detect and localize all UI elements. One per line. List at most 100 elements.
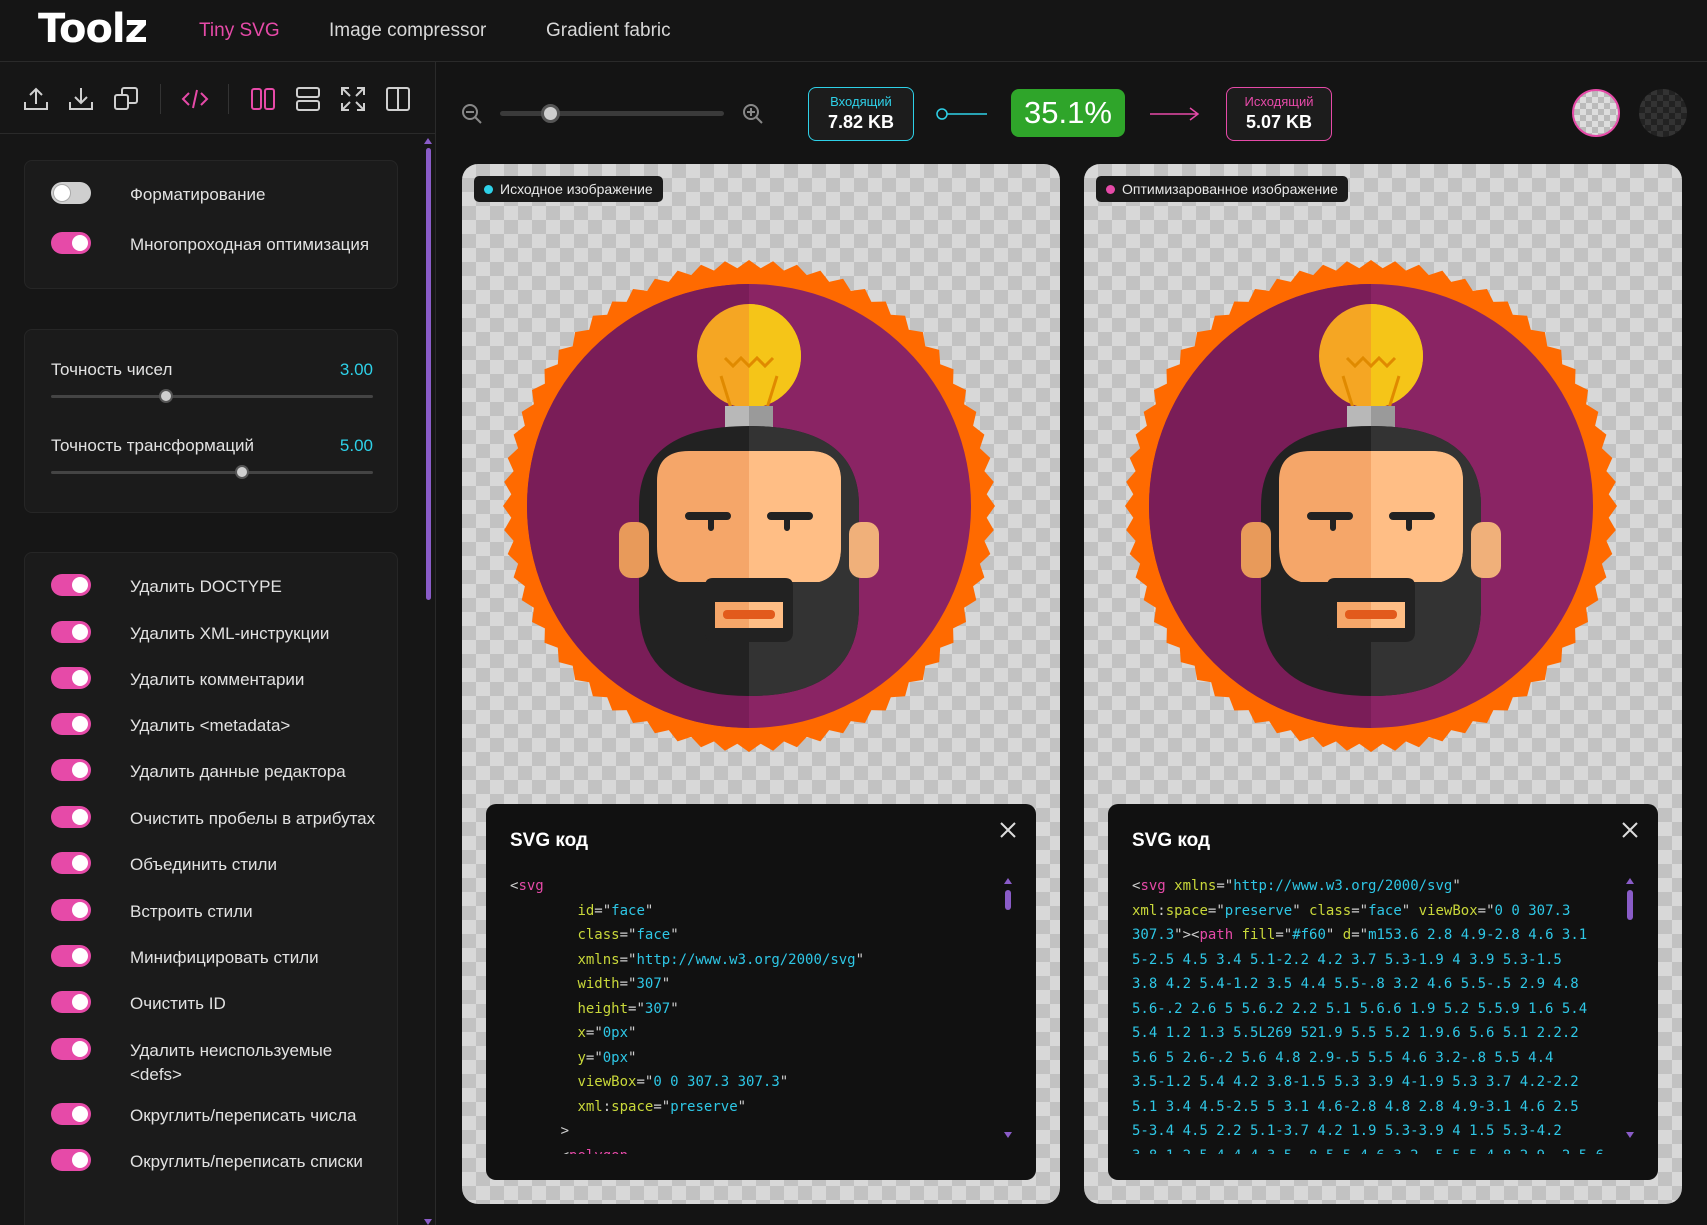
sidebar-scrollbar[interactable] — [424, 138, 432, 1225]
toggle-label: Удалить XML-инструкции — [130, 624, 330, 643]
face-illustration-optimized — [1125, 260, 1617, 752]
toggle-switch[interactable] — [51, 232, 91, 254]
zoom-in-icon[interactable] — [742, 103, 764, 125]
transform-precision-label: Точность трансформаций — [51, 436, 255, 455]
code-line: height="307" — [577, 1000, 679, 1017]
toggle-label: Удалить данные редактора — [130, 762, 346, 781]
toolbar-divider — [228, 84, 229, 114]
toggle-switch[interactable] — [51, 182, 91, 204]
transform-precision-slider[interactable] — [51, 465, 373, 479]
toggle-switch[interactable] — [51, 1149, 91, 1171]
upload-icon[interactable] — [21, 84, 51, 114]
toggle-label: Многопроходная оптимизация — [130, 235, 370, 254]
toggle-label: Удалить DOCTYPE — [130, 577, 282, 596]
slider-knob[interactable] — [235, 465, 249, 479]
plugins-card: Удалить DOCTYPE Удалить XML-инструкции Уда… — [24, 552, 398, 1225]
outgoing-size-box: Исходящий 5.07 KB — [1226, 87, 1332, 141]
precision-card: Точность чисел 3.00 Точность трансформац… — [24, 329, 398, 513]
zoom-slider[interactable] — [500, 104, 724, 123]
optimized-image-title: Оптимизарованное изображение — [1122, 181, 1338, 197]
toggle-switch[interactable] — [51, 1103, 91, 1125]
code-line: x="0px" — [577, 1025, 637, 1041]
toggle-label: Объединить стили — [130, 855, 277, 874]
rows-icon[interactable] — [293, 84, 323, 114]
code-line: > — [510, 1123, 570, 1139]
code-title: SVG код — [1132, 830, 1211, 851]
code-line: 5.6-.2 2.6 5 5.6.2 2.2 5.1 5.6.6 1.9 5.2… — [1132, 1000, 1588, 1017]
scroll-up-icon[interactable] — [1004, 878, 1012, 884]
zoom-knob[interactable] — [541, 104, 560, 123]
toggle-switch[interactable] — [51, 899, 91, 921]
light-background-toggle[interactable] — [1572, 89, 1620, 137]
code-scrollbar[interactable] — [1626, 878, 1634, 1138]
scroll-down-icon[interactable] — [1004, 1132, 1012, 1138]
outgoing-size: 5.07 KB — [1245, 112, 1313, 132]
nav-tiny-svg[interactable]: Tiny SVG — [199, 20, 280, 42]
code-scroll-thumb[interactable] — [1005, 890, 1011, 910]
code-line: 5.4 1.2 1.3 5.5L269 521.9 5.5 5.2 1.9.6 … — [1132, 1025, 1579, 1041]
split-icon[interactable] — [383, 84, 413, 114]
main-workspace: Входящий 7.82 KB 35.1% Исходящий 5.07 KB… — [437, 62, 1707, 1225]
code-title: SVG код — [510, 830, 589, 851]
optimized-code-box: SVG код <svg xmlns="http://www.w3.org/20… — [1108, 804, 1658, 1180]
toolbar-divider — [160, 84, 161, 114]
status-dot — [1106, 185, 1115, 194]
status-dot — [484, 185, 493, 194]
toggle-label: Встроить стили — [130, 902, 253, 921]
general-options-card: Форматирование Многопроходная оптимизаци… — [24, 160, 398, 289]
code-line: <svg — [510, 878, 544, 894]
optimized-image-panel: Оптимизарованное изображение SVG код <sv… — [1084, 164, 1682, 1204]
toggle-switch[interactable] — [51, 713, 91, 735]
code-line: width="307" — [577, 976, 671, 992]
number-precision-slider[interactable] — [51, 389, 373, 403]
toggle-label: Удалить <metadata> — [130, 716, 291, 735]
close-icon[interactable] — [1618, 818, 1642, 842]
sidebar-scroll-thumb[interactable] — [426, 148, 431, 600]
nav-gradient-fabric[interactable]: Gradient fabric — [546, 20, 671, 42]
code-line: 3.8 1.2 5.4 4.4 3.5 .8 5.5 4.6 3.2 .5 5.… — [1132, 1144, 1612, 1155]
toggle-switch[interactable] — [51, 1038, 91, 1060]
toggle-switch[interactable] — [51, 991, 91, 1013]
code-line: 3.5-1.2 5.4 4.2 3.8-1.5 5.3 3.9 4-1.9 5.… — [1132, 1074, 1579, 1090]
toggle-switch[interactable] — [51, 667, 91, 689]
toolz-logo[interactable]: Toolz — [38, 6, 148, 52]
number-precision-label: Точность чисел — [51, 360, 173, 379]
slider-knob[interactable] — [159, 389, 173, 403]
number-precision-value: 3.00 — [339, 360, 373, 379]
transform-precision-value: 5.00 — [339, 436, 373, 455]
toggle-switch[interactable] — [51, 621, 91, 643]
toggle-label: Округлить/переписать списки — [130, 1152, 363, 1171]
code-line: <polygon — [510, 1144, 990, 1155]
toggle-switch[interactable] — [51, 806, 91, 828]
toggle-switch[interactable] — [51, 852, 91, 874]
toggle-label: Округлить/переписать числа — [130, 1106, 357, 1125]
code-icon[interactable] — [180, 84, 210, 114]
columns-icon[interactable] — [248, 84, 278, 114]
original-code-box: SVG код <svg id="face" class="face" xmln… — [486, 804, 1036, 1180]
original-image-label: Исходное изображение — [474, 176, 663, 202]
optimized-svg-code[interactable]: <svg xmlns="http://www.w3.org/2000/svg" x… — [1132, 874, 1612, 1154]
close-icon[interactable] — [996, 818, 1020, 842]
toggle-switch[interactable] — [51, 759, 91, 781]
scroll-down-icon[interactable] — [1626, 1132, 1634, 1138]
zoom-out-icon[interactable] — [461, 103, 483, 125]
nav-image-compressor[interactable]: Image compressor — [329, 20, 486, 42]
toggle-switch[interactable] — [51, 945, 91, 967]
toggle-switch[interactable] — [51, 574, 91, 596]
fullscreen-icon[interactable] — [338, 84, 368, 114]
scroll-up-icon[interactable] — [1626, 878, 1634, 884]
copy-icon[interactable] — [111, 84, 141, 114]
code-scroll-thumb[interactable] — [1627, 890, 1633, 920]
face-illustration-original — [503, 260, 995, 752]
scroll-down-icon[interactable] — [424, 1219, 432, 1225]
incoming-size: 7.82 KB — [827, 112, 895, 132]
download-icon[interactable] — [66, 84, 96, 114]
code-line: xml:space="preserve" — [577, 1098, 747, 1115]
code-line: 5.6 5 2.6-.2 5.6 4.8 2.9-.5 5.5 4.6 3.2-… — [1132, 1049, 1554, 1066]
code-scrollbar[interactable] — [1004, 878, 1012, 1138]
code-line: <svg xmlns="http://www.w3.org/2000/svg" — [1132, 878, 1461, 894]
dark-background-toggle[interactable] — [1639, 89, 1687, 137]
original-svg-code[interactable]: <svg id="face" class="face" xmlns="http:… — [510, 874, 990, 1154]
scroll-up-icon[interactable] — [424, 138, 432, 144]
outgoing-caption: Исходящий — [1244, 94, 1314, 109]
